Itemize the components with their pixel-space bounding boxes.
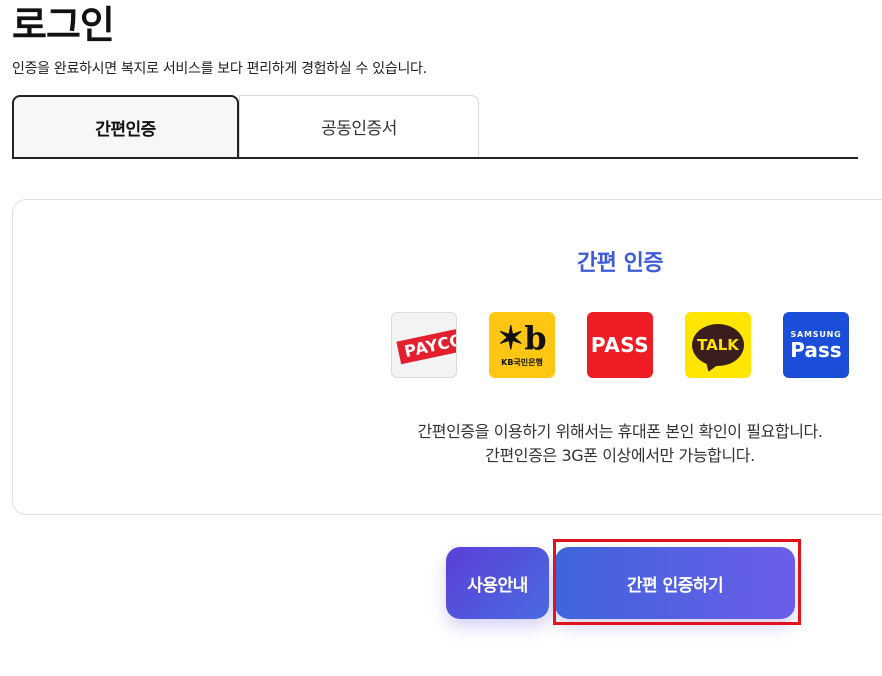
kb-bank-icon[interactable]: ✶b KB국민은행: [489, 312, 555, 378]
kakao-label: TALK: [697, 336, 739, 354]
kb-label: KB국민은행: [501, 357, 543, 367]
description-line-1: 간편인증을 이용하기 위해서는 휴대폰 본인 확인이 필요합니다.: [417, 422, 823, 441]
samsung-pass-icon[interactable]: SAMSUNG Pass: [783, 312, 849, 378]
page-subtitle: 인증을 완료하시면 복지로 서비스를 보다 편리하게 경험하실 수 있습니다.: [12, 61, 427, 77]
simple-auth-button[interactable]: 간편 인증하기: [555, 547, 795, 619]
payco-label: PAYCO: [396, 326, 456, 364]
samsung-pass-label: Pass: [790, 337, 842, 362]
pass-icon[interactable]: PASS: [587, 312, 653, 378]
tabs-divider: [12, 157, 858, 159]
card-description: 간편인증을 이용하기 위해서는 휴대폰 본인 확인이 필요합니다. 간편인증은 …: [380, 420, 860, 468]
description-line-2: 간편인증은 3G폰 이상에서만 가능합니다.: [485, 446, 755, 465]
kakao-talk-icon[interactable]: TALK: [685, 312, 751, 378]
pass-label: PASS: [590, 333, 650, 357]
page-title: 로그인: [12, 3, 115, 47]
payco-icon[interactable]: PAYCO: [391, 312, 457, 378]
card-title: 간편 인증: [576, 251, 664, 276]
tab-simple-auth[interactable]: 간편인증: [12, 95, 239, 157]
usage-guide-button[interactable]: 사용안내: [446, 547, 549, 619]
kb-mark-icon: ✶b: [497, 318, 547, 357]
kakao-bubble: TALK: [692, 324, 744, 366]
login-page: 로그인 인증을 완료하시면 복지로 서비스를 보다 편리하게 경험하실 수 있습…: [0, 0, 882, 676]
tab-joint-certificate[interactable]: 공동인증서: [239, 95, 479, 157]
